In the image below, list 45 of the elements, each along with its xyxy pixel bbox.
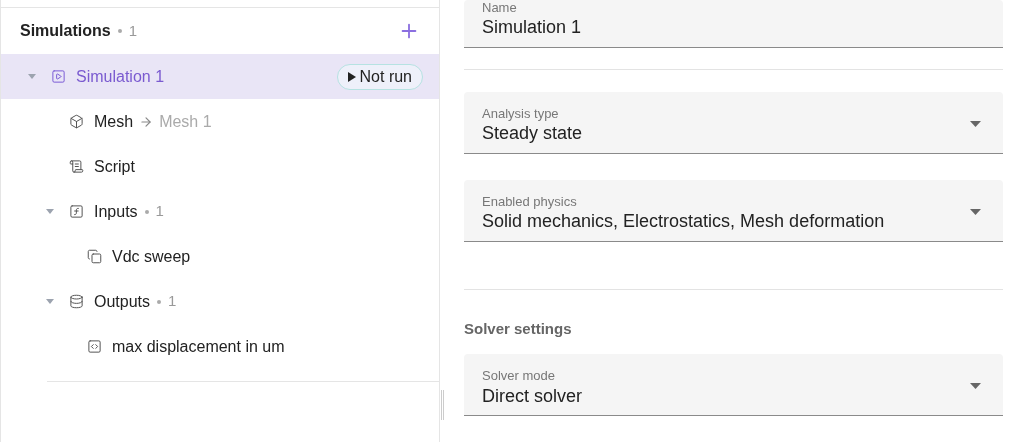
section-title: Simulations — [20, 21, 111, 41]
section-heading: Solver settings — [464, 318, 573, 339]
cube-icon — [69, 114, 84, 129]
tree-label: Script — [94, 156, 135, 177]
play-icon — [347, 71, 356, 82]
select-field[interactable]: Solver mode Direct solver — [464, 354, 1003, 416]
field-label: Analysis type — [482, 106, 559, 123]
field-label: Solver mode — [482, 368, 555, 385]
caret-icon[interactable] — [46, 299, 54, 304]
scroll-icon — [69, 159, 84, 174]
caret-icon[interactable] — [46, 209, 54, 214]
select-field[interactable]: Analysis type Steady state — [464, 91, 1003, 154]
tree-label: max displacement in um — [112, 336, 285, 357]
play-square-icon — [51, 69, 66, 84]
dot-icon — [144, 209, 149, 214]
caret-icon[interactable] — [28, 74, 36, 79]
database-icon — [69, 294, 84, 309]
count-text: 1 — [155, 201, 164, 222]
field-value: Steady state — [482, 122, 583, 145]
count-text: 1 — [168, 291, 177, 312]
text-field[interactable]: Name Simulation 1 — [464, 0, 1003, 48]
tree-label: Inputs — [94, 201, 138, 222]
dropdown-caret-icon — [970, 383, 981, 390]
tree-label: Vdc sweep — [112, 246, 191, 267]
dropdown-caret-icon — [970, 208, 981, 215]
tree-label: Simulation 1 — [76, 66, 165, 87]
stacked-squares-icon — [87, 249, 102, 264]
dropdown-caret-icon — [970, 120, 981, 127]
field-value: Direct solver — [482, 384, 583, 407]
status-badge: Not run — [336, 63, 423, 90]
count-text: 1 — [128, 20, 138, 41]
function-icon — [69, 204, 84, 219]
dot-icon — [157, 299, 162, 304]
field-label: Name — [482, 0, 517, 17]
tree-label: Mesh — [94, 111, 134, 132]
select-field[interactable]: Enabled physics Solid mechanics, Electrostatics, Mesh deformation — [464, 179, 1003, 242]
link-target-text: Mesh 1 — [159, 111, 212, 132]
brackets-square-icon — [87, 339, 102, 354]
arrow-icon — [139, 114, 154, 129]
field-value: Solid mechanics, Electrostatics, Mesh deformation — [482, 210, 885, 233]
tree-label: Outputs — [94, 291, 151, 312]
field-value: Simulation 1 — [482, 16, 582, 39]
field-label: Enabled physics — [482, 193, 577, 211]
tree-row[interactable]: Simulation 1 Not run — [1, 54, 439, 99]
dot-icon — [117, 29, 122, 33]
